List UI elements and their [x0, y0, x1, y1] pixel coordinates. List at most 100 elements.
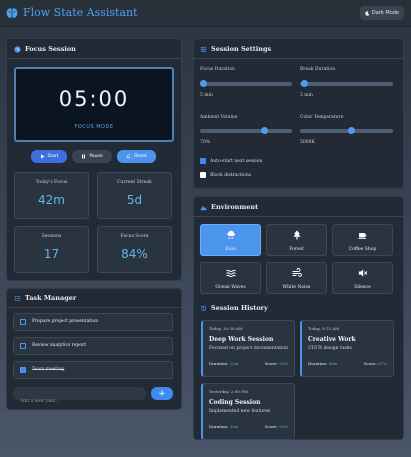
- stat-current-streak: Current Streak 5d: [97, 172, 172, 219]
- environment-title-text: Environment: [211, 203, 259, 211]
- env-forest[interactable]: Forest: [266, 224, 327, 256]
- history-score: Score: 87%: [364, 361, 387, 366]
- break-duration-value: 5 min: [300, 93, 313, 98]
- clock-icon: [14, 45, 21, 53]
- focus-session-title-text: Focus Session: [25, 45, 76, 53]
- dark-mode-toggle[interactable]: Dark Mode: [359, 6, 404, 20]
- slider-knob[interactable]: [200, 80, 207, 87]
- history-title: Creative Work: [308, 336, 356, 343]
- slider-knob[interactable]: [347, 127, 355, 134]
- history-score: Score: 95%: [265, 424, 288, 429]
- pause-button[interactable]: Pause: [72, 150, 112, 163]
- env-silence[interactable]: Silence: [332, 262, 393, 294]
- history-title: Coding Session: [209, 399, 261, 406]
- new-task-field[interactable]: [13, 387, 146, 408]
- history-subtitle: Implemented new features: [209, 409, 271, 414]
- env-label: Forest: [289, 247, 304, 252]
- pause-icon: [82, 154, 86, 159]
- break-duration-slider[interactable]: [300, 80, 393, 87]
- history-icon: [200, 305, 207, 311]
- score-label: Score:: [363, 361, 377, 366]
- dark-mode-label: Dark Mode: [371, 10, 399, 16]
- slider-knob[interactable]: [260, 127, 268, 134]
- task-item[interactable]: Team meeting: [13, 361, 173, 379]
- start-label: Start: [47, 154, 59, 159]
- reset-label: Reset: [134, 154, 147, 159]
- wind-icon: [292, 268, 302, 277]
- mute-icon: [358, 269, 367, 277]
- task-checkbox[interactable]: [20, 319, 26, 325]
- timer-mode: FOCUS MODE: [74, 124, 114, 130]
- sliders-icon: [200, 46, 207, 52]
- history-entry[interactable]: Yesterday, 2:00 PM Coding Session Implem…: [201, 383, 295, 440]
- coffee-icon: [358, 233, 366, 239]
- session-settings-panel: [193, 38, 404, 189]
- env-rain[interactable]: Rain: [200, 224, 261, 256]
- environment-title: Environment: [200, 203, 258, 211]
- focus-duration-label: Focus Duration: [200, 67, 235, 72]
- history-entry[interactable]: Today, 9:15 AM Creative Work UI/UX desig…: [300, 320, 394, 377]
- env-coffee-shop[interactable]: Coffee Shop: [332, 224, 393, 256]
- new-task-input[interactable]: [13, 395, 146, 408]
- task-item[interactable]: Review analytics report: [13, 337, 173, 355]
- task-item[interactable]: Prepare project presentation: [13, 313, 173, 331]
- add-task-button[interactable]: +: [151, 387, 173, 400]
- score-value: 87%: [378, 361, 387, 366]
- timer-time: 05:00: [58, 87, 130, 111]
- ambient-volume-slider[interactable]: [200, 127, 292, 134]
- duration-label: Duration:: [209, 361, 229, 366]
- app-title: Flow State Assistant: [23, 6, 138, 19]
- reset-icon: [126, 154, 131, 159]
- auto-start-checkbox[interactable]: Auto-start next session: [200, 158, 262, 164]
- color-temperature-slider[interactable]: [300, 127, 393, 134]
- environment-divider: [193, 216, 404, 217]
- slider-knob[interactable]: [301, 80, 309, 87]
- color-temperature-value: 5000K: [300, 140, 315, 145]
- session-history-title-text: Session History: [211, 304, 268, 312]
- duration-label: Duration:: [308, 361, 328, 366]
- history-entry[interactable]: Today, 10:30 AM Deep Work Session Focuse…: [201, 320, 295, 377]
- checkbox-box[interactable]: [200, 158, 206, 164]
- stat-value: 17: [43, 247, 60, 261]
- history-title: Deep Work Session: [209, 336, 274, 343]
- env-label: Silence: [354, 285, 371, 290]
- duration-value: 25m: [229, 361, 239, 366]
- history-duration: Duration: 30m: [209, 424, 238, 429]
- history-duration: Duration: 45m: [308, 361, 337, 366]
- score-label: Score:: [264, 424, 278, 429]
- stat-value: 5d: [126, 193, 143, 207]
- stat-label: Sessions: [41, 234, 62, 239]
- focus-duration-value: 5 min: [200, 93, 213, 98]
- history-date: Yesterday, 2:00 PM: [209, 389, 248, 394]
- start-button[interactable]: Start: [31, 150, 67, 163]
- ambient-volume-label: Ambient Volume: [200, 115, 238, 120]
- brain-icon: [6, 7, 18, 18]
- history-subtitle: Focused on project documentation: [209, 346, 289, 351]
- score-value: 95%: [279, 424, 288, 429]
- task-label: Review analytics report: [32, 343, 87, 348]
- env-white-noise[interactable]: White Noise: [266, 262, 327, 294]
- checkbox-box[interactable]: [200, 172, 206, 178]
- env-ocean-waves[interactable]: Ocean Waves: [200, 262, 261, 294]
- pause-label: Pause: [89, 154, 103, 159]
- reset-button[interactable]: Reset: [117, 150, 156, 163]
- score-label: Score:: [264, 361, 278, 366]
- stat-label: Today's Focus: [35, 180, 68, 185]
- focus-duration-slider[interactable]: [200, 80, 292, 87]
- session-settings-title-text: Session Settings: [211, 45, 272, 53]
- brand: Flow State Assistant: [6, 6, 138, 19]
- block-distractions-checkbox[interactable]: Block distractions: [200, 172, 251, 178]
- app-header: Flow State Assistant Dark Mode: [0, 0, 411, 27]
- task-checkbox[interactable]: [20, 367, 26, 373]
- task-manager-title-text: Task Manager: [25, 294, 77, 302]
- session-settings-title: Session Settings: [200, 45, 271, 53]
- waves-icon: [225, 269, 236, 278]
- tree-icon: [293, 230, 300, 240]
- mountain-icon: [200, 205, 207, 210]
- timer-display: 05:00 FOCUS MODE: [14, 67, 174, 142]
- history-duration: Duration: 25m: [209, 361, 238, 366]
- play-icon: [40, 154, 44, 159]
- task-manager-title: Task Manager: [14, 294, 76, 302]
- task-checkbox[interactable]: [20, 343, 26, 349]
- history-subtitle: UI/UX design tasks: [308, 346, 352, 351]
